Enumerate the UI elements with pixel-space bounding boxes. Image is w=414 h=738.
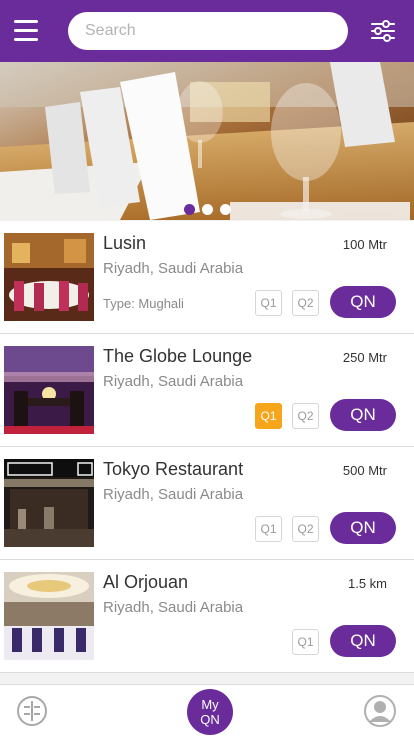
restaurant-table-image (0, 62, 414, 220)
filter-sliders-icon[interactable] (370, 18, 396, 44)
restaurant-card-lusin[interactable]: Lusin Riyadh, Saudi Arabia 100 Mtr Type:… (0, 221, 414, 334)
q1-button[interactable]: Q1 (292, 629, 319, 655)
app-screen: Lusin Riyadh, Saudi Arabia 100 Mtr Type:… (0, 0, 414, 738)
restaurant-distance: 1.5 km (347, 576, 387, 591)
restaurant-location: Riyadh, Saudi Arabia (103, 373, 244, 390)
carousel-dots (0, 204, 414, 215)
restaurant-distance: 250 Mtr (342, 350, 387, 365)
featured-banner[interactable] (0, 62, 414, 220)
restaurant-card-globe-lounge[interactable]: The Globe Lounge Riyadh, Saudi Arabia 25… (0, 334, 414, 447)
q2-button[interactable]: Q2 (292, 403, 319, 429)
qn-button[interactable]: QN (330, 512, 396, 544)
q2-button[interactable]: Q2 (292, 516, 319, 542)
restaurant-location: Riyadh, Saudi Arabia (103, 486, 244, 503)
restaurant-distance: 100 Mtr (342, 237, 387, 252)
restaurant-name: Lusin (103, 233, 147, 253)
my-qn-button[interactable]: My QN (187, 689, 233, 735)
carousel-dot-3[interactable] (219, 204, 231, 215)
q1-button[interactable]: Q1 (255, 516, 282, 542)
qn-button[interactable]: QN (330, 625, 396, 657)
carousel-dot-1[interactable] (183, 204, 195, 215)
restaurant-location: Riyadh, Saudi Arabia (103, 599, 244, 616)
restaurant-thumbnail (4, 346, 94, 434)
hamburger-menu-icon[interactable] (14, 20, 38, 42)
restaurant-card-tokyo[interactable]: Tokyo Restaurant Riyadh, Saudi Arabia 50… (0, 447, 414, 560)
top-app-bar (0, 0, 414, 62)
q1-button[interactable]: Q1 (255, 403, 282, 429)
restaurant-name: The Globe Lounge (103, 346, 253, 366)
restaurant-location: Riyadh, Saudi Arabia (103, 260, 244, 277)
restaurant-thumbnail (4, 233, 94, 321)
qn-button[interactable]: QN (330, 399, 396, 431)
restaurant-name: Al Orjouan (103, 572, 189, 592)
carousel-dot-2[interactable] (201, 204, 213, 215)
restaurant-name: Tokyo Restaurant (103, 459, 244, 479)
restaurant-list: Lusin Riyadh, Saudi Arabia 100 Mtr Type:… (0, 221, 414, 673)
q1-button[interactable]: Q1 (255, 290, 282, 316)
q2-button[interactable]: Q2 (292, 290, 319, 316)
my-qn-label-line2: QN (200, 712, 220, 727)
qn-button[interactable]: QN (330, 286, 396, 318)
restaurant-thumbnail (4, 572, 94, 660)
restaurant-distance: 500 Mtr (342, 463, 387, 478)
restaurant-thumbnail (4, 459, 94, 547)
my-qn-label-line1: My (201, 697, 219, 712)
restaurant-card-al-orjouan[interactable]: Al Orjouan Riyadh, Saudi Arabia 1.5 km Q… (0, 560, 414, 673)
restaurant-cuisine-type: Type: Mughali (103, 296, 184, 311)
restaurant-tree-icon[interactable] (16, 695, 48, 727)
bottom-navigation: My QN (0, 684, 414, 738)
profile-avatar-icon[interactable] (363, 694, 397, 728)
search-input[interactable] (68, 12, 348, 50)
